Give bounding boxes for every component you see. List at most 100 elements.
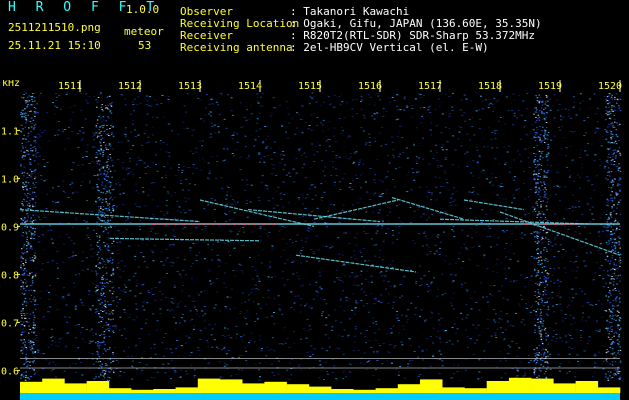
noise-band-speck <box>616 310 619 312</box>
noise-speck <box>547 334 550 336</box>
noise-speck <box>382 181 384 183</box>
noise-speck <box>93 378 96 380</box>
noise-speck <box>588 232 591 234</box>
noise-band-speck <box>611 318 613 320</box>
noise-band-speck <box>33 191 36 193</box>
noise-band-speck <box>33 319 35 321</box>
noise-band-speck <box>540 334 543 336</box>
noise-speck <box>581 163 584 165</box>
noise-band-speck <box>33 111 36 113</box>
noise-band-speck <box>610 123 612 125</box>
y-tick-label: 0.6 <box>1 366 19 377</box>
y-axis-unit: kHz <box>2 80 20 89</box>
noise-band-speck <box>105 306 107 308</box>
noise-speck <box>265 265 268 267</box>
noise-speck <box>115 305 118 307</box>
noise-band-speck <box>22 310 24 312</box>
noise-speck <box>198 354 201 356</box>
noise-speck <box>569 117 572 119</box>
noise-speck <box>339 298 342 300</box>
noise-band-speck <box>103 172 106 174</box>
noise-speck <box>470 308 473 310</box>
noise-speck <box>560 310 563 312</box>
noise-speck <box>470 172 473 174</box>
noise-speck <box>40 178 43 180</box>
noise-band-speck <box>26 284 29 286</box>
noise-speck <box>605 101 608 103</box>
noise-speck <box>137 245 140 247</box>
noise-speck <box>261 92 264 94</box>
noise-speck <box>117 230 120 232</box>
noise-speck <box>191 278 193 279</box>
noise-speck <box>29 257 31 259</box>
noise-band-speck <box>97 343 99 345</box>
noise-band-speck <box>544 195 546 197</box>
noise-speck <box>614 149 617 151</box>
noise-band-speck <box>26 220 28 222</box>
noise-speck <box>68 126 70 128</box>
noise-speck <box>232 134 235 136</box>
noise-speck <box>578 108 581 110</box>
noise-speck <box>555 322 558 324</box>
noise-band-speck <box>535 311 537 313</box>
noise-band-speck <box>97 174 99 176</box>
noise-band-speck <box>25 356 27 358</box>
noise-speck <box>226 185 229 187</box>
noise-speck <box>413 243 416 245</box>
noise-speck <box>73 191 76 193</box>
noise-speck <box>362 172 365 174</box>
noise-band-speck <box>538 94 540 96</box>
noise-speck <box>352 350 355 352</box>
noise-speck <box>122 270 125 272</box>
noise-band-speck <box>605 113 607 115</box>
noise-band-speck <box>537 289 539 291</box>
noise-band-speck <box>100 167 102 169</box>
noise-band-speck <box>30 245 32 247</box>
noise-speck <box>321 124 324 126</box>
noise-band-speck <box>618 341 620 343</box>
noise-speck <box>243 231 246 233</box>
noise-speck <box>556 109 559 111</box>
noise-speck <box>104 336 107 338</box>
noise-speck <box>498 318 501 320</box>
noise-band-speck <box>20 163 22 165</box>
noise-band-speck <box>609 292 611 294</box>
noise-speck <box>385 270 388 272</box>
noise-speck <box>540 356 543 358</box>
noise-band-speck <box>539 176 541 178</box>
noise-speck <box>41 234 44 236</box>
noise-speck <box>544 172 547 174</box>
noise-speck <box>443 331 446 333</box>
noise-speck <box>136 104 139 106</box>
noise-speck <box>321 197 324 198</box>
noise-band-speck <box>611 207 613 209</box>
noise-speck <box>463 94 466 96</box>
noise-band-speck <box>619 378 621 380</box>
noise-speck <box>43 249 45 251</box>
noise-speck <box>376 112 379 114</box>
noise-speck <box>360 300 363 302</box>
noise-speck <box>306 342 308 344</box>
noise-speck <box>300 250 303 251</box>
noise-speck <box>423 275 426 277</box>
noise-speck <box>89 308 92 310</box>
noise-speck <box>106 373 109 375</box>
noise-speck <box>166 191 169 193</box>
noise-speck <box>385 111 388 113</box>
noise-band-speck <box>613 232 616 234</box>
noise-band-speck <box>29 220 31 222</box>
noise-speck <box>151 199 154 201</box>
noise-speck <box>180 345 183 347</box>
noise-speck <box>530 233 533 235</box>
noise-speck <box>289 308 292 310</box>
noise-band-speck <box>607 205 609 207</box>
noise-speck <box>334 320 337 322</box>
noise-speck <box>505 329 508 331</box>
noise-speck <box>55 294 58 296</box>
noise-speck <box>513 99 516 101</box>
noise-speck <box>420 97 423 99</box>
noise-speck <box>324 334 327 336</box>
noise-speck <box>489 319 492 321</box>
noise-speck <box>341 101 344 103</box>
noise-band-speck <box>607 200 610 202</box>
